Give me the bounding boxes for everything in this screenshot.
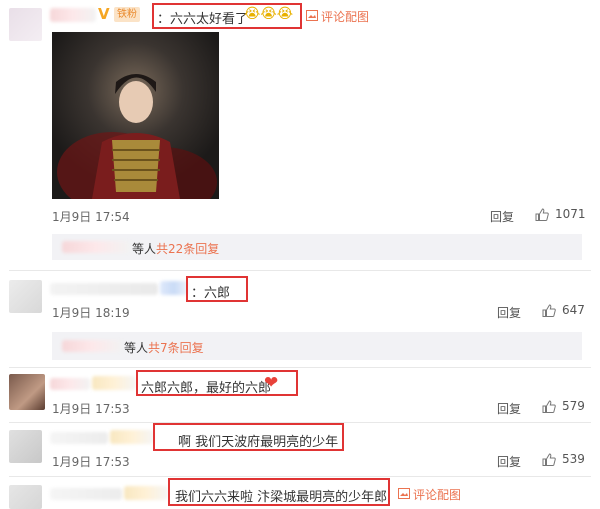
reply-who: 等人 [132,242,157,256]
avatar[interactable] [9,280,42,313]
reply-button[interactable]: 回复 [497,400,521,417]
reply-user [62,340,122,352]
highlight-box [153,423,344,451]
avatar[interactable] [9,374,45,410]
comment-image[interactable] [52,32,219,199]
image-icon [398,487,410,502]
highlight-box [152,3,302,29]
like-button[interactable]: 579 [542,399,585,413]
reply-button[interactable]: 回复 [490,208,514,225]
comment-date: 1月9日 17:53 [52,455,130,469]
image-link-label: 评论配图 [413,488,462,502]
image-icon [306,9,318,24]
comment-image-link[interactable]: 评论配图 [398,486,461,503]
username-highlight [160,281,188,295]
reply-summary[interactable]: 等人 共22条回复 [52,234,582,260]
like-count: 579 [562,399,585,413]
avatar[interactable] [9,485,42,509]
username [110,430,154,444]
username[interactable] [50,432,108,444]
reply-button[interactable]: 回复 [497,304,521,321]
username [92,376,136,390]
like-count: 647 [562,303,585,317]
avatar[interactable] [9,8,42,41]
reply-who: 等人 [124,341,149,355]
comment-date: 1月9日 18:19 [52,306,130,320]
username[interactable] [50,378,90,390]
reply-button[interactable]: 回复 [497,453,521,470]
highlight-box [186,276,248,302]
thumbs-up-icon [542,399,556,413]
username[interactable] [50,488,122,500]
avatar[interactable] [9,430,42,463]
verified-icon: V [98,5,110,23]
username [124,486,168,500]
like-button[interactable]: 539 [542,452,585,466]
comment-date: 1月9日 17:53 [52,402,130,416]
username[interactable] [50,8,96,22]
comment-date: 1月9日 17:54 [52,210,130,224]
fan-badge: 铁粉 [114,7,140,22]
highlight-box [136,370,298,396]
username[interactable] [50,283,158,295]
comment-image-link[interactable]: 评论配图 [306,8,369,25]
like-count: 539 [562,452,585,466]
reply-summary[interactable]: 等人 共7条回复 [52,332,582,360]
highlight-box [168,478,390,506]
divider [9,270,591,271]
reply-user [62,241,130,253]
divider [9,367,591,368]
like-button[interactable]: 647 [542,303,585,317]
portrait-illustration [57,74,217,199]
thumbs-up-icon [535,207,549,221]
thumbs-up-icon [542,303,556,317]
thumbs-up-icon [542,452,556,466]
divider [9,476,591,477]
image-link-label: 评论配图 [321,10,370,24]
like-count: 1071 [555,207,586,221]
reply-count[interactable]: 共7条回复 [148,339,204,356]
like-button[interactable]: 1071 [535,207,586,221]
reply-count[interactable]: 共22条回复 [156,240,219,257]
